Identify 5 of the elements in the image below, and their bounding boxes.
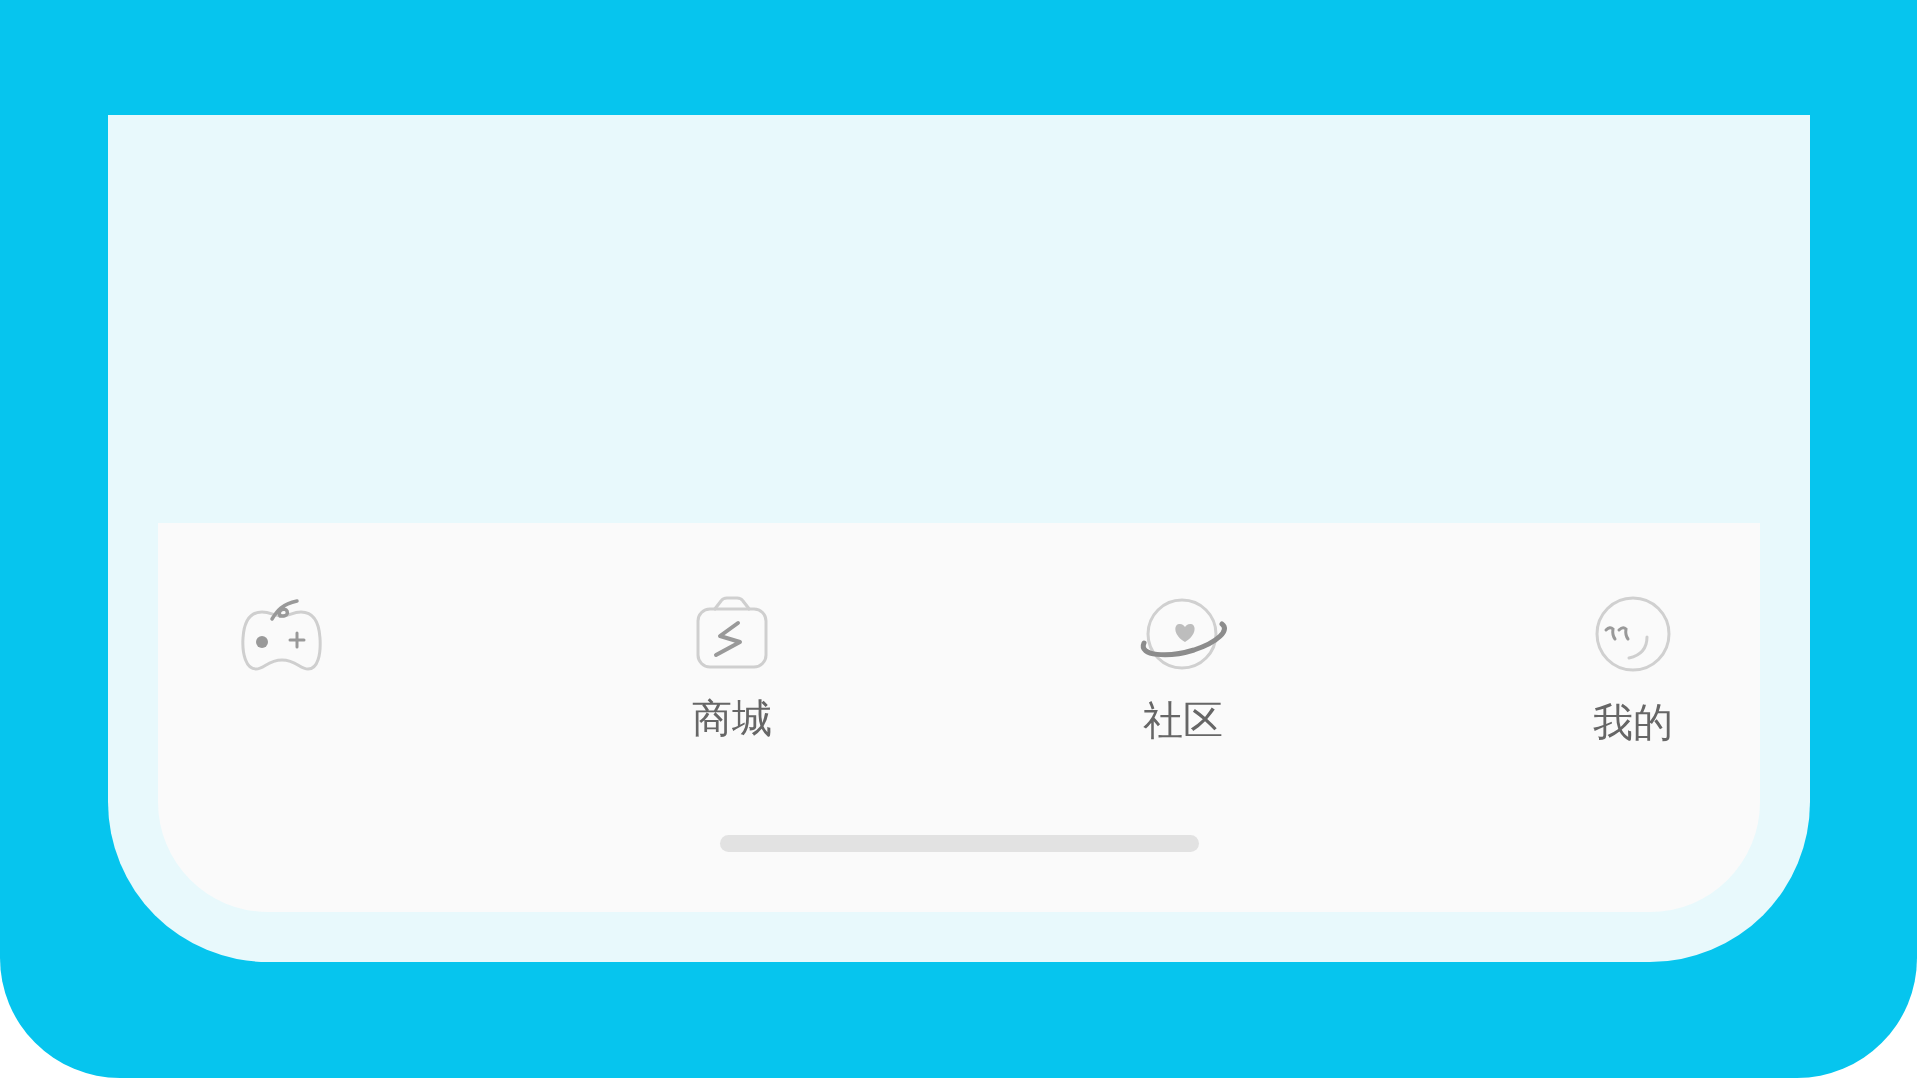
shopping-bag-icon bbox=[696, 596, 769, 670]
tab-button[interactable]: 我的 bbox=[1593, 596, 1673, 744]
tab-button[interactable]: 社区 bbox=[1137, 596, 1228, 742]
smiley-face-icon bbox=[1593, 596, 1673, 674]
tab-button[interactable]: 商城 bbox=[692, 596, 773, 740]
